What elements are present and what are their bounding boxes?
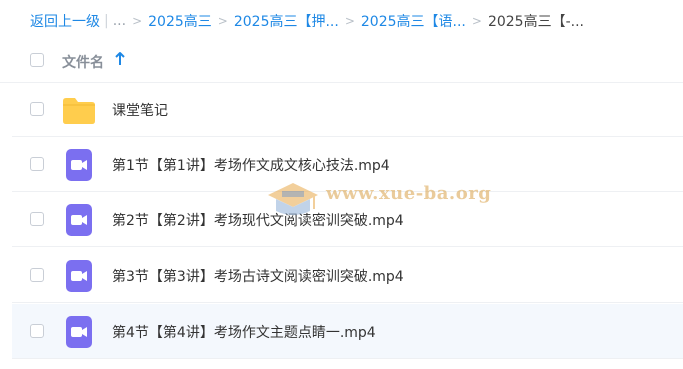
chevron-right-icon: > [217,14,228,28]
folder-icon [63,98,95,124]
list-item[interactable]: 第1节【第1讲】考场作文成文核心技法.mp4 [12,137,683,192]
chevron-right-icon: > [344,14,355,28]
breadcrumb-item[interactable]: 2025高三【语... [361,11,466,31]
file-name[interactable]: 第3节【第3讲】考场古诗文阅读密训突破.mp4 [112,266,404,286]
file-name[interactable]: 第2节【第2讲】考场现代文阅读密训突破.mp4 [112,210,404,230]
breadcrumb-item[interactable]: 2025高三 [148,11,212,31]
select-all-checkbox[interactable] [30,53,44,67]
row-checkbox[interactable] [30,212,44,226]
breadcrumb-item[interactable]: 2025高三【押... [234,11,339,31]
file-name[interactable]: 课堂笔记 [112,100,168,120]
file-name[interactable]: 第1节【第1讲】考场作文成文核心技法.mp4 [112,155,390,175]
column-header-filename[interactable]: 文件名 [62,52,104,72]
sort-ascending-icon[interactable] [114,51,126,67]
breadcrumb-current: 2025高三【-... [487,14,584,30]
breadcrumb: 返回上一级 | ... > 2025高三 > 2025高三【押... > 202… [30,10,584,32]
video-file-icon [66,316,92,348]
breadcrumb-ellipsis[interactable]: ... [113,13,126,29]
row-checkbox[interactable] [30,102,44,116]
row-checkbox[interactable] [30,157,44,171]
list-item[interactable]: 第4节【第4讲】考场作文主题点睛一.mp4 [12,304,683,359]
file-list-header: 文件名 [0,40,683,83]
back-link[interactable]: 返回上一级 [30,11,100,31]
chevron-right-icon: > [471,14,482,28]
chevron-right-icon: > [132,14,143,28]
row-checkbox[interactable] [30,268,44,282]
file-name[interactable]: 第4节【第4讲】考场作文主题点睛一.mp4 [112,322,376,342]
video-file-icon [66,204,92,236]
breadcrumb-divider: | [104,13,109,29]
row-checkbox[interactable] [30,324,44,338]
list-item[interactable]: 第3节【第3讲】考场古诗文阅读密训突破.mp4 [12,248,683,303]
video-file-icon [66,149,92,181]
video-file-icon [66,260,92,292]
list-item[interactable]: 第2节【第2讲】考场现代文阅读密训突破.mp4 [12,192,683,247]
list-item[interactable]: 课堂笔记 [12,82,683,137]
